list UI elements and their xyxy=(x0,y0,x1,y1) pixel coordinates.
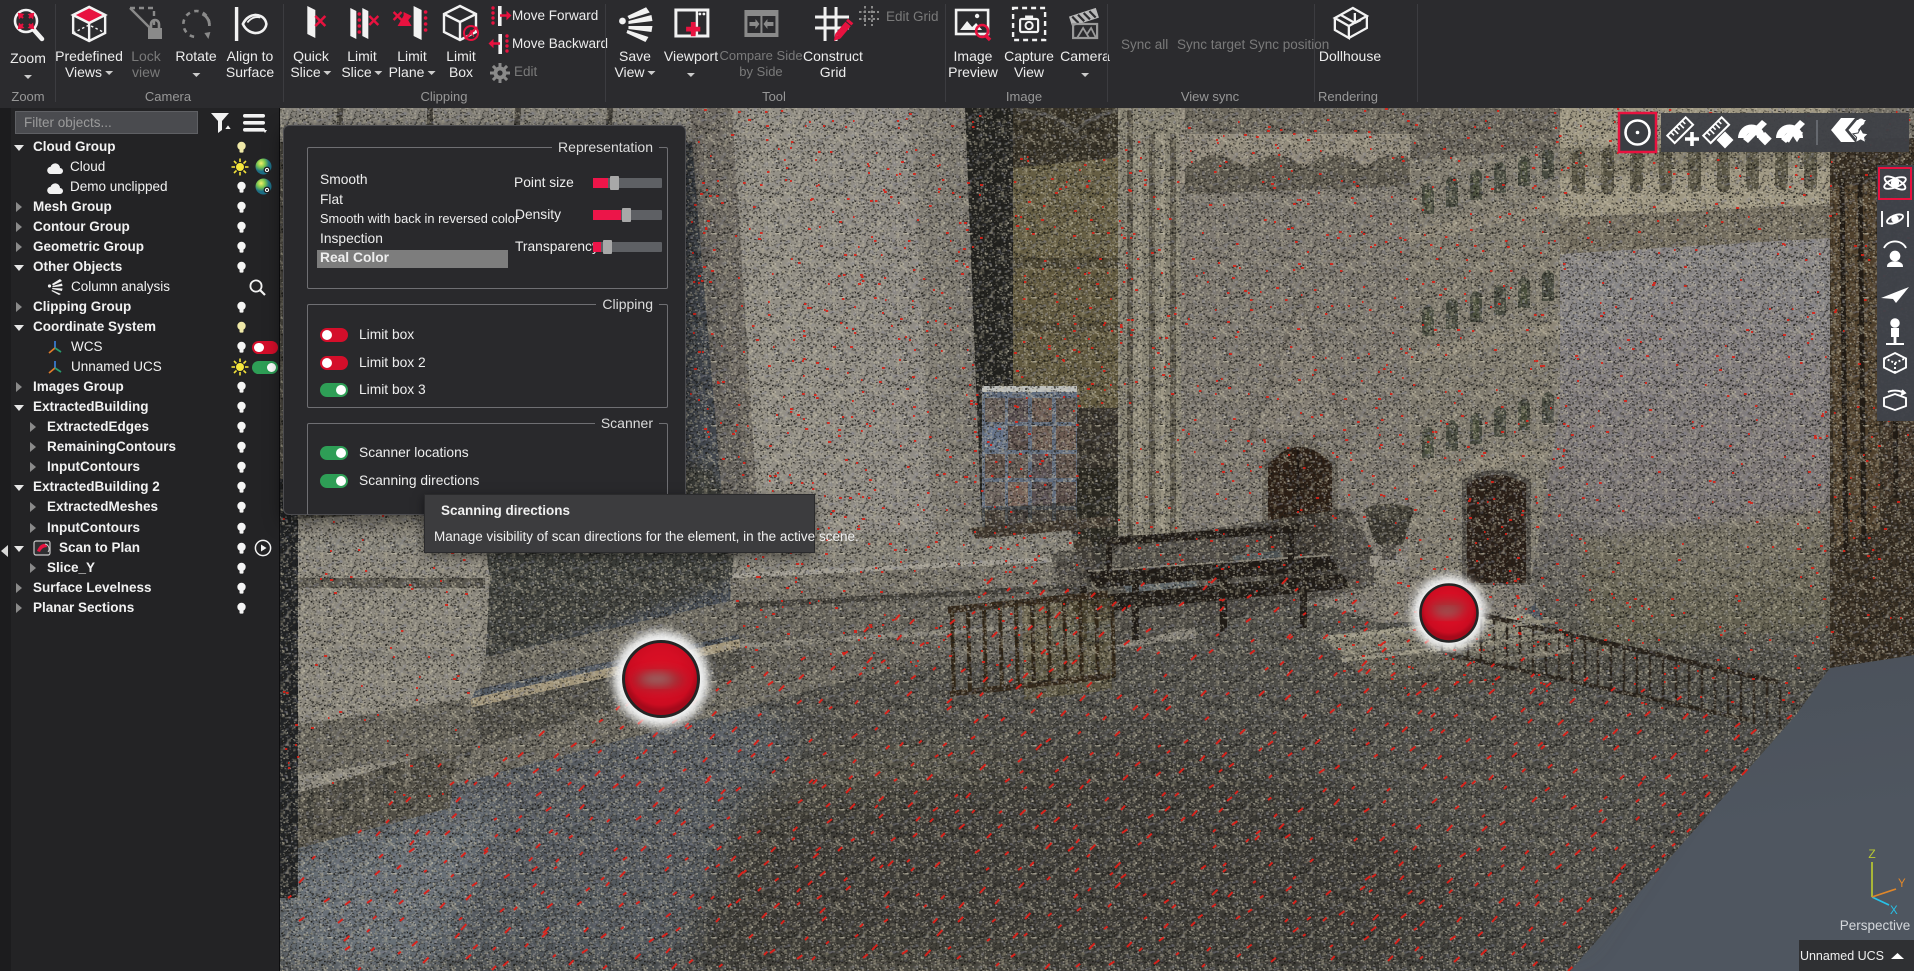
svg-text:Unnamed UCS: Unnamed UCS xyxy=(1800,949,1884,963)
svg-text:X: X xyxy=(1890,905,1898,917)
svg-text:Perspective: Perspective xyxy=(1840,918,1911,933)
svg-text:Z: Z xyxy=(1868,847,1875,861)
svg-text:Y: Y xyxy=(1898,878,1906,890)
